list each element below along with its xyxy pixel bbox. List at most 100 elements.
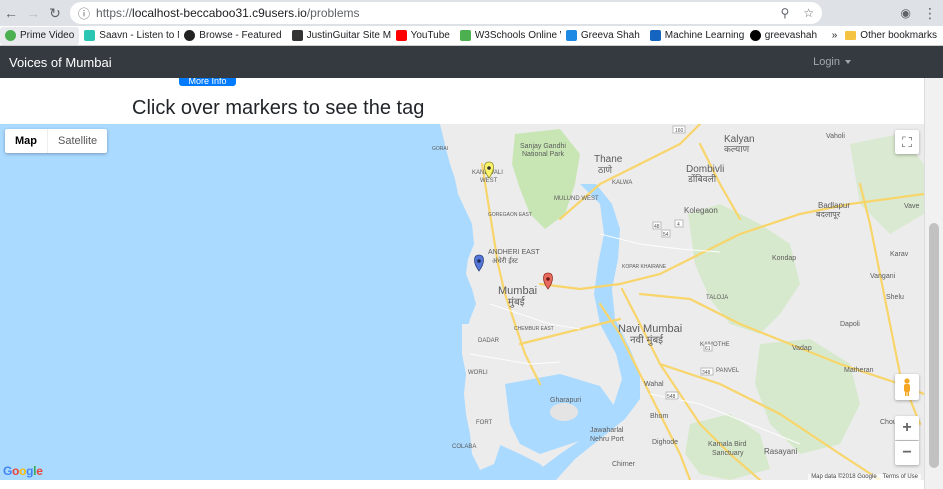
- brand-link[interactable]: Voices of Mumbai: [9, 55, 112, 70]
- label-karnala: Karnala Bird: [708, 441, 747, 448]
- bookmark-item[interactable]: greevashah: [745, 27, 822, 45]
- youtube-icon: [395, 30, 407, 41]
- label-kandivali-west: WEST: [480, 178, 498, 184]
- bookmark-item[interactable]: Saavn - Listen to New: [79, 27, 179, 45]
- scrollbar-thumb[interactable]: [929, 223, 939, 468]
- label-vaholi: Vaholi: [826, 133, 845, 140]
- label-colaba: COLABA: [452, 444, 476, 450]
- highway-shield: 548: [667, 394, 676, 400]
- label-park-2: National Park: [522, 151, 565, 158]
- zoom-in-button[interactable]: +: [895, 416, 919, 440]
- label-nehru: Jawaharlal: [590, 427, 624, 434]
- highway-shield: 4: [677, 222, 680, 228]
- app-navbar: Voices of Mumbai Login: [0, 46, 943, 78]
- label-andheri: ANDHERI EAST: [488, 249, 540, 256]
- page-scrollbar[interactable]: [924, 78, 943, 489]
- highway-shield: 48: [654, 224, 660, 230]
- bookmark-item[interactable]: Greeva Shah: [561, 27, 645, 45]
- label-badlapur-local: बदलापूर: [816, 210, 841, 220]
- label-gorai: GORAI: [432, 146, 448, 152]
- folder-icon: [845, 31, 857, 40]
- label-navi-mumbai: Navi Mumbai: [618, 323, 682, 335]
- pegman-icon[interactable]: [895, 374, 919, 400]
- other-bookmarks-button[interactable]: Other bookmarks: [845, 30, 943, 41]
- map-attribution: Map data ©2018 Google Terms of Use: [808, 474, 921, 480]
- info-icon[interactable]: ⓘ: [78, 5, 90, 22]
- label-taloja: TALOJA: [706, 295, 728, 301]
- label-vave: Vave: [904, 203, 920, 210]
- label-mumbai: Mumbai: [498, 285, 537, 297]
- highway-shield: 54: [663, 232, 669, 238]
- forward-icon[interactable]: →: [22, 2, 44, 24]
- map-type-satellite-button[interactable]: Satellite: [47, 129, 107, 153]
- url-text: https://localhost-beccaboo31.c9users.io/…: [96, 6, 360, 20]
- star-icon[interactable]: ☆: [803, 6, 814, 20]
- fullscreen-icon[interactable]: ⛶: [895, 130, 919, 154]
- label-karnala-2: Sanctuary: [712, 450, 744, 457]
- incognito-icon[interactable]: ◉: [901, 6, 911, 20]
- more-info-button[interactable]: More Info: [179, 78, 236, 86]
- label-dombivli-local: डोंबिवली: [687, 173, 717, 184]
- bookmark-icon: [5, 30, 16, 41]
- highway-shield: 160: [675, 128, 684, 134]
- map-type-map-button[interactable]: Map: [5, 129, 47, 153]
- back-icon[interactable]: ←: [0, 2, 22, 24]
- map-canvas[interactable]: Mumbai मुंबई Navi Mumbai नवी मुंबई Thane…: [0, 124, 924, 480]
- label-mumbai-local: मुंबई: [508, 296, 526, 308]
- login-dropdown[interactable]: Login: [813, 56, 851, 68]
- address-bar[interactable]: ⓘ https://localhost-beccaboo31.c9users.i…: [70, 2, 822, 24]
- label-rasayani: Rasayani: [764, 447, 798, 456]
- label-kolegaon: Kolegaon: [684, 206, 718, 215]
- highway-shield: 61: [705, 346, 711, 352]
- label-fort: FORT: [476, 420, 493, 426]
- label-kharghar: KOPAR KHAIRANE: [622, 264, 667, 270]
- bookmark-item[interactable]: Browse - Featured: [179, 27, 286, 45]
- bookmark-item[interactable]: Prime Video: [0, 26, 80, 45]
- label-panvel: PANVEL: [716, 368, 740, 374]
- label-vadap: Vadap: [792, 345, 812, 352]
- label-wahal: Wahal: [644, 381, 664, 388]
- label-chirner: Chirner: [612, 461, 636, 468]
- bookmark-icon: [649, 30, 661, 41]
- bookmark-item[interactable]: Machine Learning - I: [645, 27, 745, 45]
- bookmark-icon: [84, 30, 96, 41]
- bookmark-icon: [565, 30, 577, 41]
- label-navi-mumbai-local: नवी मुंबई: [630, 334, 664, 346]
- label-thane: Thane: [594, 154, 623, 165]
- bookmark-icon: [184, 30, 196, 41]
- label-mulund: MULUND WEST: [554, 196, 599, 202]
- page-title: Click over markers to see the tag: [132, 97, 425, 119]
- label-dadar: DADAR: [478, 338, 500, 344]
- label-gharapuri: Gharapuri: [550, 397, 582, 404]
- bookmark-icon: [459, 30, 471, 41]
- label-vangani: Vangani: [870, 273, 896, 280]
- bookmarks-bar: Prime Video Saavn - Listen to New Browse…: [0, 26, 943, 46]
- google-logo[interactable]: Google: [3, 464, 43, 478]
- label-dapoli: Dapoli: [840, 321, 860, 328]
- terms-link[interactable]: Terms of Use: [883, 474, 918, 480]
- map-type-control: Map Satellite: [5, 129, 108, 153]
- menu-icon[interactable]: ⋮: [923, 5, 937, 22]
- label-shelu: Shelu: [886, 294, 904, 301]
- zoom-out-button[interactable]: −: [895, 441, 919, 465]
- highway-shield: 348: [702, 370, 711, 376]
- reload-icon[interactable]: ↻: [44, 2, 66, 24]
- label-kalwa: KALWA: [612, 180, 632, 186]
- label-bhom: Bhom: [650, 413, 668, 420]
- bookmark-icon: [291, 30, 303, 41]
- label-matheran: Matheran: [844, 367, 874, 374]
- label-goregaon: GOREGAON EAST: [488, 212, 532, 218]
- label-karav: Karav: [890, 251, 909, 258]
- map-data-text: Map data ©2018 Google: [811, 474, 877, 480]
- label-badlapur: Badlapur: [818, 201, 850, 210]
- bookmark-item[interactable]: W3Schools Online W: [455, 27, 561, 45]
- label-kalyan-local: कल्याण: [724, 144, 750, 154]
- bookmarks-overflow-button[interactable]: »: [824, 30, 846, 41]
- label-kondap: Kondap: [772, 255, 796, 262]
- bookmark-item[interactable]: JustinGuitar Site Map: [287, 27, 391, 45]
- zoom-icon[interactable]: ⚲: [780, 6, 789, 20]
- label-dighode: Dighode: [652, 439, 678, 446]
- label-thane-local: ठाणे: [598, 164, 613, 175]
- bookmark-item[interactable]: YouTube: [391, 27, 455, 45]
- google-map[interactable]: Mumbai मुंबई Navi Mumbai नवी मुंबई Thane…: [0, 124, 924, 480]
